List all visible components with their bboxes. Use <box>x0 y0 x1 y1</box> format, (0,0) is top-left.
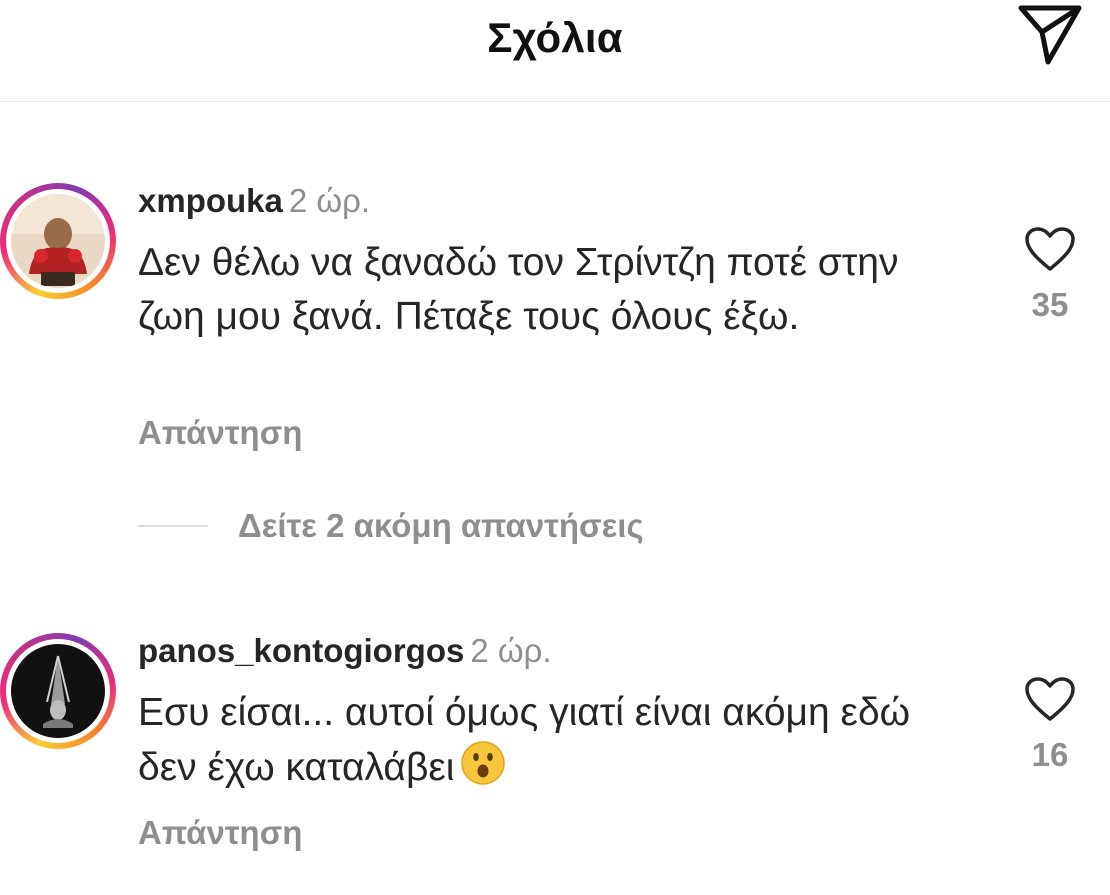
avatar-image <box>11 644 105 738</box>
like-count: 16 <box>1031 736 1069 773</box>
comment-username[interactable]: xmpouka <box>138 182 283 219</box>
comment-text: Δεν θέλω να ξαναδώ τον Στρίντζη ποτέ στη… <box>138 241 899 338</box>
heart-icon[interactable] <box>1024 676 1076 722</box>
comment-username[interactable]: panos_kontogiorgos <box>138 632 464 669</box>
comment-time: 2 ώρ. <box>470 632 552 669</box>
like-count: 35 <box>1031 286 1069 323</box>
comments-header: Σχόλια <box>0 0 1110 102</box>
send-icon <box>1018 5 1082 65</box>
reply-button[interactable]: Απάντηση <box>138 814 302 852</box>
astonished-emoji-icon <box>460 740 506 801</box>
avatar[interactable] <box>0 183 116 299</box>
view-replies-label: Δείτε 2 ακόμη απαντήσεις <box>238 507 644 544</box>
avatar-image <box>11 194 105 288</box>
view-replies-button[interactable]: Δείτε 2 ακόμη απαντήσεις <box>138 507 644 545</box>
avatar[interactable] <box>0 633 116 749</box>
send-button[interactable] <box>1010 0 1090 70</box>
comment-time: 2 ώρ. <box>288 182 371 219</box>
reply-button[interactable]: Απάντηση <box>138 414 302 452</box>
page-title: Σχόλια <box>487 14 623 61</box>
replies-divider-line <box>138 525 208 527</box>
comment-text-body: Εσυ είσαι... αυτοί όμως γιατί είναι ακόμ… <box>138 691 911 789</box>
comment-text: Εσυ είσαι... αυτοί όμως γιατί είναι ακόμ… <box>138 686 938 801</box>
heart-icon[interactable] <box>1024 226 1076 272</box>
